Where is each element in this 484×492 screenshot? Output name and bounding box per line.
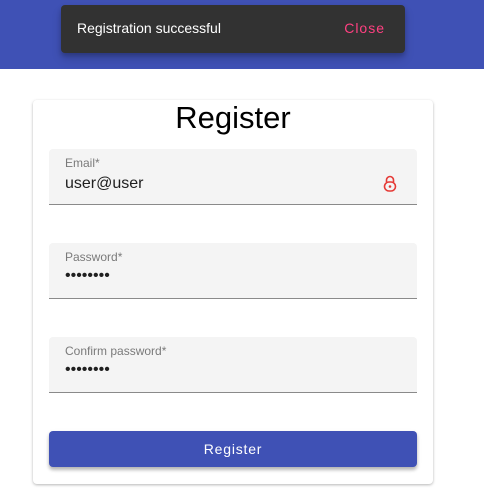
email-label: Email* [65, 156, 100, 170]
confirm-password-label: Confirm password* [65, 344, 167, 358]
register-card: Register Email* user@user Password* ••••… [33, 100, 433, 484]
confirm-password-field[interactable]: Confirm password* •••••••• [49, 337, 417, 393]
password-field[interactable]: Password* •••••••• [49, 243, 417, 299]
page-title: Register [175, 100, 291, 135]
email-input[interactable]: user@user [65, 175, 144, 193]
lock-icon [383, 175, 397, 192]
snackbar-message: Registration successful [77, 20, 221, 36]
register-button[interactable]: Register [49, 431, 417, 467]
snackbar: Registration successful Close [61, 5, 405, 53]
confirm-password-input[interactable]: •••••••• [65, 361, 110, 379]
snackbar-close-button[interactable]: Close [344, 5, 385, 51]
password-label: Password* [65, 250, 123, 264]
password-input[interactable]: •••••••• [65, 267, 110, 285]
email-field[interactable]: Email* user@user [49, 149, 417, 205]
